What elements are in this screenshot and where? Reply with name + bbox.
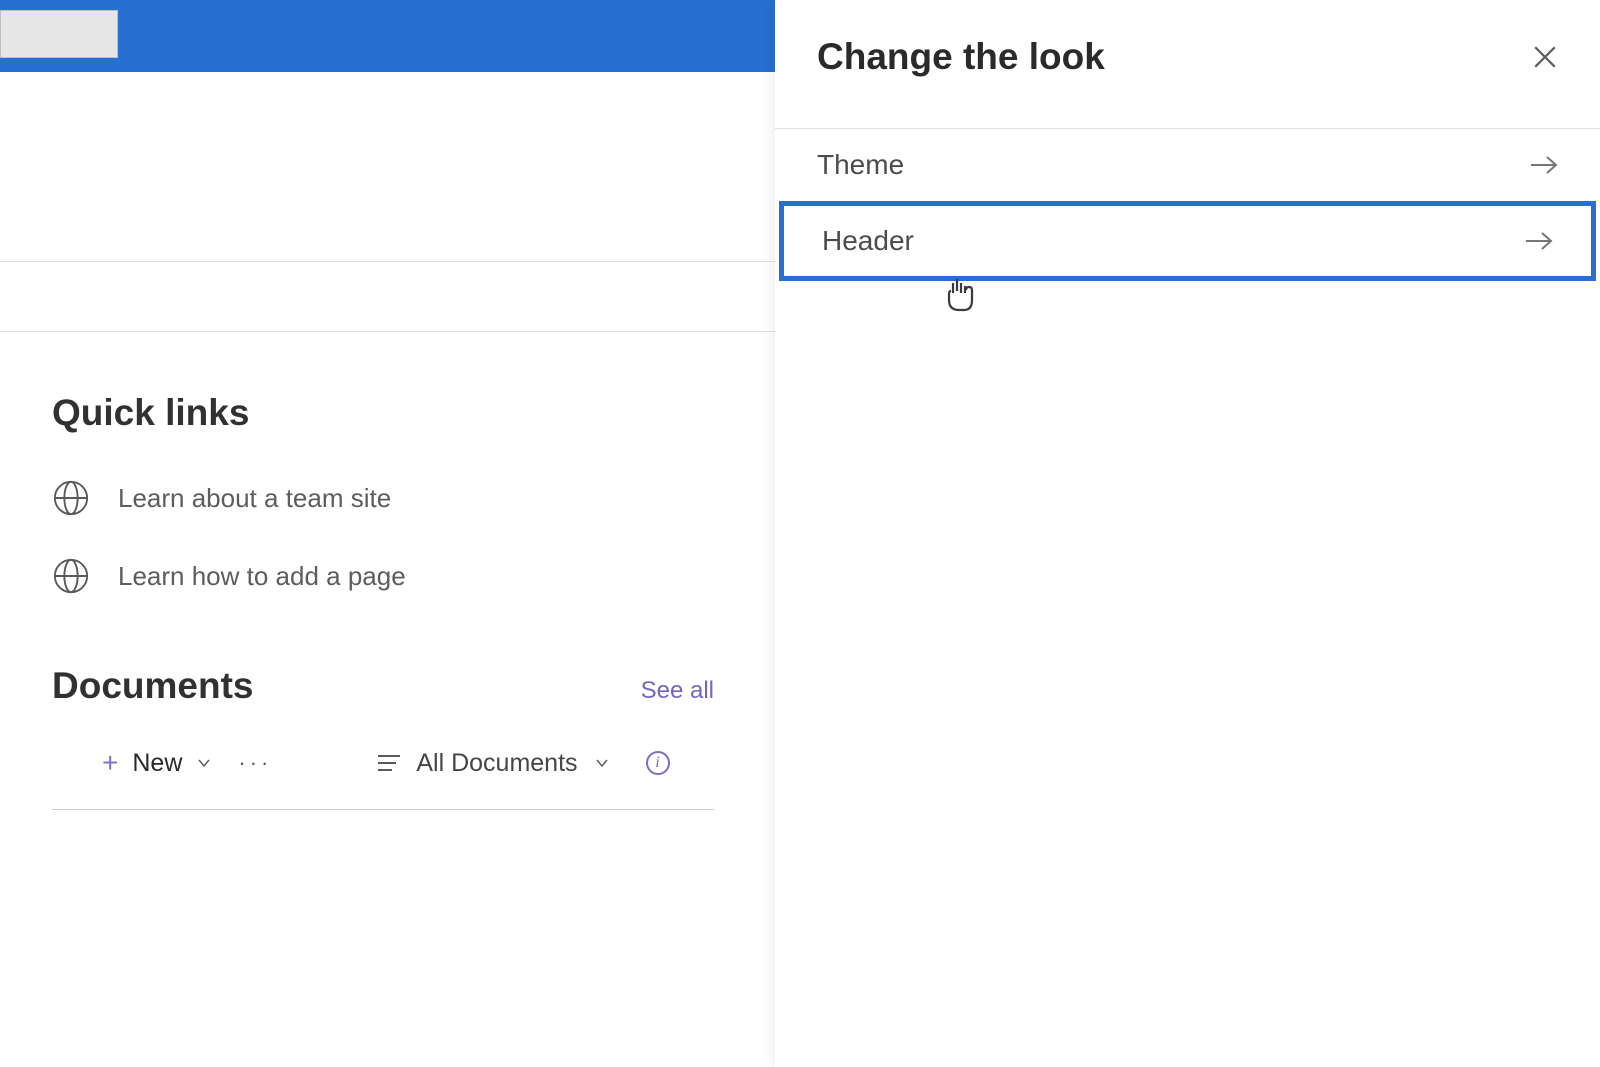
chevron-down-icon [594, 755, 610, 771]
more-actions-button[interactable]: ··· [238, 750, 272, 776]
panel-option-theme[interactable]: Theme [775, 129, 1600, 201]
quick-link-label: Learn how to add a page [118, 561, 406, 592]
quick-link-label: Learn about a team site [118, 483, 391, 514]
arrow-right-icon [1530, 155, 1558, 175]
new-button[interactable]: + New [102, 747, 212, 779]
documents-toolbar: + New ··· All Documents i [52, 707, 714, 810]
globe-icon [52, 479, 90, 517]
globe-icon [52, 557, 90, 595]
close-icon[interactable] [1532, 44, 1558, 70]
search-box[interactable] [0, 10, 118, 58]
info-icon[interactable]: i [646, 751, 670, 775]
panel-option-label: Theme [817, 149, 904, 181]
documents-title: Documents [52, 665, 253, 707]
list-lines-icon [378, 754, 400, 772]
panel-option-header[interactable]: Header [779, 201, 1596, 281]
panel-option-label: Header [822, 225, 914, 257]
view-selector[interactable]: All Documents [378, 749, 609, 778]
arrow-right-icon [1525, 231, 1553, 251]
see-all-link[interactable]: See all [641, 677, 714, 705]
view-label: All Documents [416, 749, 577, 778]
change-look-panel: Change the look Theme Header [775, 0, 1600, 1067]
plus-icon: + [102, 747, 118, 779]
new-button-label: New [132, 749, 182, 778]
chevron-down-icon [196, 755, 212, 771]
panel-title: Change the look [817, 36, 1105, 78]
